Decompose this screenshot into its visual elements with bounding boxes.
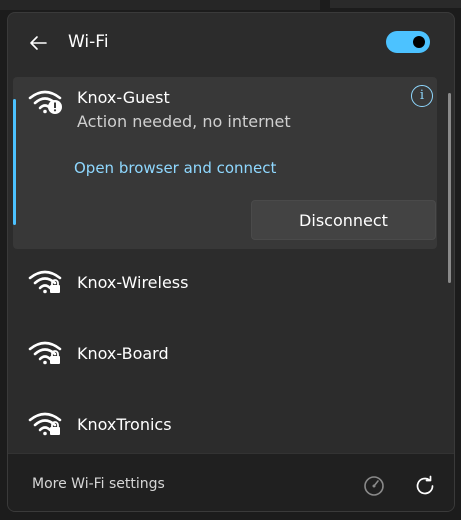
info-icon: i bbox=[419, 88, 425, 103]
network-status: Action needed, no internet bbox=[77, 112, 291, 131]
arrow-left-icon bbox=[30, 36, 47, 50]
wifi-secured-icon bbox=[28, 270, 62, 294]
refresh-icon bbox=[416, 475, 434, 495]
network-name: KnoxTronics bbox=[77, 415, 172, 434]
disconnect-button[interactable]: Disconnect bbox=[251, 200, 436, 240]
network-name: Knox-Guest bbox=[77, 88, 170, 107]
info-button[interactable]: i bbox=[411, 85, 433, 107]
selection-indicator bbox=[13, 99, 16, 225]
wifi-toggle[interactable] bbox=[386, 31, 430, 53]
wifi-flyout: Wi-Fi Knox-Guest Action needed, no inter… bbox=[7, 12, 455, 512]
toggle-knob bbox=[413, 36, 425, 48]
wifi-warning-icon bbox=[28, 90, 62, 114]
background-strip bbox=[0, 0, 320, 10]
wifi-secured-icon bbox=[28, 341, 62, 365]
flyout-footer: More Wi-Fi settings bbox=[8, 453, 454, 511]
background-strip bbox=[330, 0, 461, 8]
network-item-knox-wireless[interactable]: Knox-Wireless bbox=[13, 249, 437, 313]
network-name: Knox-Wireless bbox=[77, 273, 189, 292]
network-item-knox-board[interactable]: Knox-Board bbox=[13, 320, 437, 384]
scrollbar-thumb[interactable] bbox=[448, 93, 451, 283]
network-name: Knox-Board bbox=[77, 344, 169, 363]
flyout-header: Wi-Fi bbox=[8, 13, 454, 77]
wifi-secured-icon bbox=[28, 412, 62, 436]
network-list: Knox-Guest Action needed, no internet i … bbox=[8, 77, 454, 453]
more-wifi-settings-link[interactable]: More Wi-Fi settings bbox=[32, 476, 165, 492]
speed-test-button[interactable] bbox=[362, 474, 386, 498]
network-item-knoxtronics[interactable]: KnoxTronics bbox=[13, 391, 437, 455]
open-browser-link[interactable]: Open browser and connect bbox=[74, 159, 276, 177]
back-button[interactable] bbox=[26, 31, 50, 55]
network-item-knox-guest[interactable]: Knox-Guest Action needed, no internet i … bbox=[13, 77, 437, 249]
gauge-icon bbox=[364, 476, 384, 496]
refresh-button[interactable] bbox=[413, 474, 437, 498]
page-title: Wi-Fi bbox=[68, 32, 109, 52]
